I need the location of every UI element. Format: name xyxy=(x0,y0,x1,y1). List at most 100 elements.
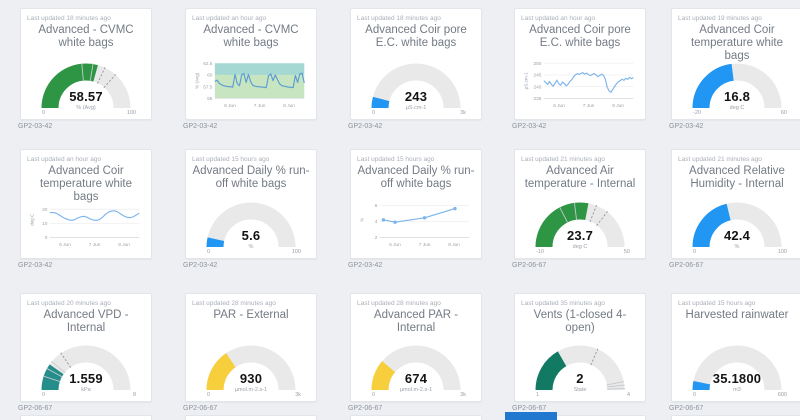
gauge-value: 930 xyxy=(192,371,310,386)
last-updated-text: Last updated 18 minutes ago xyxy=(27,15,145,22)
card-title: Vents (1-closed 4-open) xyxy=(521,309,639,335)
y-tick-label: 57.5 xyxy=(203,84,213,90)
gauge-max-label: 60 xyxy=(781,110,787,116)
card-title: Advanced Coir temperature white bags xyxy=(678,24,796,63)
line-chart: 250245240235µS.cm-16 Jun7 Jun8 Jun xyxy=(521,58,639,116)
x-tick-label: 8 Jun xyxy=(118,242,130,248)
partial-card[interactable] xyxy=(671,415,800,420)
gauge-max-label: 100 xyxy=(778,249,787,255)
chart-marker xyxy=(423,216,426,219)
gauge-max-label: 4 xyxy=(627,392,630,398)
chart-marker xyxy=(393,221,396,224)
gauge-value: 23.7 xyxy=(521,228,639,243)
gauge: 5.6%0100 xyxy=(192,191,310,255)
x-tick-label: 6 Jun xyxy=(389,242,401,248)
partial-card[interactable] xyxy=(185,415,317,420)
dashboard-card[interactable]: Last updated an hour ago Advanced Coir t… xyxy=(20,149,152,259)
dashboard-card[interactable]: Last updated 18 minutes ago Advanced - C… xyxy=(20,8,152,120)
y-tick-label: 6 xyxy=(375,203,378,209)
x-tick-label: 7 Jun xyxy=(89,242,101,248)
y-axis-title: % xyxy=(360,218,365,222)
card-footer-code: GP2-03-42 xyxy=(348,262,382,269)
dashboard-card[interactable]: Last updated 18 minutes ago Advanced Coi… xyxy=(350,8,482,120)
last-updated-text: Last updated 19 minutes ago xyxy=(678,15,796,22)
card-body: 42.4%0100 xyxy=(678,191,796,255)
dashboard-card[interactable]: Last updated 19 minutes ago Advanced Coi… xyxy=(671,8,800,120)
gauge-min-label: 0 xyxy=(693,392,696,398)
dashboard-card[interactable]: Last updated an hour ago Advanced - CVMC… xyxy=(185,8,317,120)
y-tick-label: 10 xyxy=(42,221,48,227)
chart-marker xyxy=(453,207,456,210)
dashboard-card[interactable]: Last updated 28 minutes ago PAR - Extern… xyxy=(185,293,317,402)
x-tick-label: 8 Jun xyxy=(448,242,460,248)
gauge: 674µmol.m-2.s-103k xyxy=(357,335,475,398)
chart-marker xyxy=(382,218,385,221)
y-tick-label: 62.5 xyxy=(203,61,213,67)
gauge-value: 243 xyxy=(357,89,475,104)
card-body: 674µmol.m-2.s-103k xyxy=(357,335,475,398)
line-chart: 642%6 Jun7 Jun8 Jun xyxy=(357,197,475,255)
card-footer-code: GP2-06-67 xyxy=(183,405,217,412)
y-axis-title: % (Avg) xyxy=(195,72,200,89)
x-tick-label: 8 Jun xyxy=(612,103,624,109)
y-tick-label: 20 xyxy=(42,207,48,213)
dashboard-card[interactable]: Last updated 15 hours ago Advanced Daily… xyxy=(350,149,482,259)
gauge: 2State14 xyxy=(521,335,639,398)
gauge-max-label: 3k xyxy=(460,392,466,398)
last-updated-text: Last updated 28 minutes ago xyxy=(357,300,475,307)
last-updated-text: Last updated 15 hours ago xyxy=(678,300,796,307)
line-chart: 20100deg C6 Jun7 Jun8 Jun xyxy=(27,204,145,255)
partial-blue-block xyxy=(505,412,557,420)
last-updated-text: Last updated 15 hours ago xyxy=(192,156,310,163)
x-tick-label: 7 Jun xyxy=(583,103,595,109)
gauge-min-label: 1 xyxy=(536,392,539,398)
partial-card[interactable] xyxy=(350,415,482,420)
y-tick-label: 235 xyxy=(534,96,542,102)
dashboard-card[interactable]: Last updated an hour ago Advanced Coir p… xyxy=(514,8,646,120)
card-footer-code: GP2-03-42 xyxy=(18,262,52,269)
y-axis-title: µS.cm-1 xyxy=(524,72,529,89)
gauge: 1.559kPa08 xyxy=(27,335,145,398)
card-footer-code: GP2-03-42 xyxy=(183,123,217,130)
card-body: 16.8deg C-2060 xyxy=(678,63,796,116)
card-body: 62.56057.555% (Avg)6 Jun7 Jun8 Jun xyxy=(192,50,310,116)
gauge-value: 16.8 xyxy=(678,89,796,104)
y-tick-label: 245 xyxy=(534,73,542,79)
card-footer-code: GP2-06-67 xyxy=(18,405,52,412)
card-title: Advanced Daily % run-off white bags xyxy=(357,165,475,191)
x-tick-label: 6 Jun xyxy=(59,242,71,248)
gauge-max-label: 8 xyxy=(133,392,136,398)
partial-card[interactable] xyxy=(20,415,152,420)
card-footer-code: GP2-06-67 xyxy=(348,405,382,412)
gauge-max-label: 100 xyxy=(292,249,301,255)
gauge-max-label: 50 xyxy=(624,249,630,255)
last-updated-text: Last updated 18 minutes ago xyxy=(357,15,475,22)
last-updated-text: Last updated 21 minutes ago xyxy=(678,156,796,163)
card-body: 58.57% (Avg)0100 xyxy=(27,50,145,116)
dashboard-card[interactable]: Last updated 15 hours ago Advanced Daily… xyxy=(185,149,317,259)
card-title: Advanced - CVMC white bags xyxy=(27,24,145,50)
gauge: 16.8deg C-2060 xyxy=(678,63,796,116)
card-body: 35.1800m30600 xyxy=(678,322,796,398)
card-footer-code: GP2-06-67 xyxy=(669,405,703,412)
gauge-min-label: -20 xyxy=(693,110,701,116)
gauge-max-label: 600 xyxy=(778,392,787,398)
last-updated-text: Last updated an hour ago xyxy=(27,156,145,163)
card-footer-code: GP2-06-67 xyxy=(512,405,546,412)
gauge-max-label: 100 xyxy=(127,110,136,116)
gauge: 35.1800m30600 xyxy=(678,334,796,398)
gauge-min-label: 0 xyxy=(207,392,210,398)
dashboard-card[interactable]: Last updated 15 hours ago Harvested rain… xyxy=(671,293,800,402)
card-title: Advanced Relative Humidity - Internal xyxy=(678,165,796,191)
dashboard-card[interactable]: Last updated 20 minutes ago Advanced VPD… xyxy=(20,293,152,402)
y-tick-label: 60 xyxy=(207,73,213,79)
dashboard-card[interactable]: Last updated 35 minutes ago Vents (1-clo… xyxy=(514,293,646,402)
dashboard-card[interactable]: Last updated 21 minutes ago Advanced Air… xyxy=(514,149,646,259)
dashboard-card[interactable]: Last updated 21 minutes ago Advanced Rel… xyxy=(671,149,800,259)
gauge-min-label: 0 xyxy=(42,110,45,116)
chart-series-line xyxy=(383,209,455,223)
card-title: PAR - External xyxy=(192,309,310,322)
dashboard-card[interactable]: Last updated 28 minutes ago Advanced PAR… xyxy=(350,293,482,402)
card-title: Advanced VPD - Internal xyxy=(27,309,145,335)
card-body: 23.7deg C-1050 xyxy=(521,191,639,255)
